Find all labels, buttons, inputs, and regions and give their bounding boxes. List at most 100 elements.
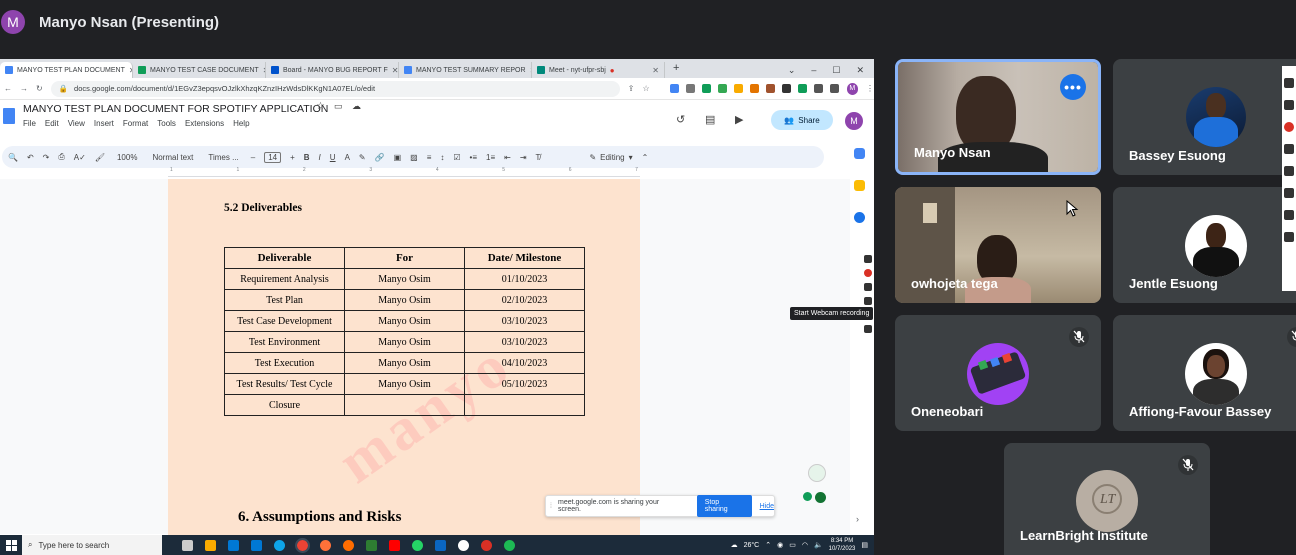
document-canvas[interactable]: manyo 5.2 Deliverables Deliverable For D… [0, 179, 850, 555]
table-cell[interactable]: Test Environment [224, 331, 345, 353]
paint-format-icon[interactable]: 🖌 [95, 153, 105, 162]
close-tab-icon[interactable]: ✕ [392, 66, 398, 75]
keep-icon[interactable] [854, 180, 865, 191]
checklist-icon[interactable]: ☑ [453, 153, 460, 162]
table-cell[interactable]: Manyo Osim [344, 268, 465, 290]
menu-extensions[interactable]: Extensions [185, 119, 224, 128]
reload-icon[interactable]: ↻ [36, 84, 43, 93]
drag-handle-icon[interactable]: ⁞ [550, 503, 552, 510]
share-button[interactable]: 👥 Share [771, 110, 833, 130]
menu-insert[interactable]: Insert [94, 119, 114, 128]
browser-tab[interactable]: MANYO TEST SUMMARY REPOR ✕ [399, 62, 532, 78]
bookmark-star-icon[interactable]: ☆ [642, 84, 649, 93]
star-icon[interactable]: ☆ [316, 101, 325, 112]
link-icon[interactable] [1284, 78, 1294, 88]
increase-font-icon[interactable]: + [290, 153, 295, 162]
clear-formatting-icon[interactable]: T̸ [536, 153, 541, 162]
settings-icon[interactable] [864, 325, 872, 333]
whatsapp-icon[interactable] [412, 539, 423, 551]
table-cell[interactable]: Requirement Analysis [224, 268, 345, 290]
video-call-icon[interactable]: ▶ [735, 113, 743, 126]
notifications-icon[interactable]: ▤ [861, 541, 868, 549]
wifi-icon[interactable]: ◠ [802, 541, 808, 549]
chrome-icon[interactable] [295, 537, 310, 553]
share-page-icon[interactable]: ⇪ [628, 84, 635, 93]
table-cell[interactable]: 02/10/2023 [464, 289, 585, 311]
task-view-icon[interactable] [182, 539, 193, 551]
windows-start-icon[interactable] [0, 539, 22, 551]
table-cell[interactable]: 05/10/2023 [464, 373, 585, 395]
sidebar-icon[interactable] [829, 84, 839, 93]
underline-icon[interactable]: U [330, 153, 336, 162]
table-cell[interactable]: Test Case Development [224, 310, 345, 332]
menu-view[interactable]: View [68, 119, 85, 128]
table-cell[interactable] [464, 394, 585, 416]
table-cell[interactable]: Manyo Osim [344, 373, 465, 395]
profile-avatar[interactable]: M [846, 82, 858, 95]
assistant-icon[interactable] [808, 464, 826, 482]
participant-tile[interactable]: ••• Manyo Nsan [895, 59, 1101, 175]
table-cell[interactable]: Test Execution [224, 352, 345, 374]
participant-tile[interactable]: LT LearnBright Institute [1004, 443, 1210, 555]
undo-icon[interactable]: ↶ [27, 153, 34, 162]
decrease-indent-icon[interactable]: ⇤ [504, 153, 511, 162]
docs-logo-icon[interactable] [3, 108, 15, 124]
menu-help[interactable]: Help [233, 119, 249, 128]
firefox-icon[interactable] [320, 539, 331, 551]
print-icon[interactable]: ⎙ [58, 152, 64, 162]
link-icon[interactable]: 🔗 [375, 153, 385, 162]
calendar-icon[interactable] [854, 148, 865, 159]
app-icon[interactable] [366, 539, 377, 551]
screen-icon[interactable] [1284, 210, 1294, 220]
chevron-up-icon[interactable]: ⌃ [642, 153, 649, 162]
extension-icon[interactable] [765, 84, 775, 93]
battery-icon[interactable]: ▭ [789, 541, 796, 549]
camera-icon[interactable] [1284, 100, 1294, 110]
puzzle-icon[interactable] [813, 84, 823, 93]
table-cell[interactable]: Test Plan [224, 289, 345, 311]
participant-tile[interactable]: Jentle Esuong [1113, 187, 1296, 303]
extension-icon[interactable] [749, 84, 759, 93]
increase-indent-icon[interactable]: ⇥ [520, 153, 527, 162]
webcam-icon[interactable] [864, 297, 872, 305]
chevron-up-icon[interactable]: ⌃ [765, 541, 771, 549]
clock[interactable]: 8:34 PM 10/7/2023 [829, 537, 856, 553]
redo-icon[interactable]: ↷ [43, 153, 50, 162]
browser-tab[interactable]: MANYO TEST CASE DOCUMENT ✕ [133, 62, 266, 78]
extension-icon[interactable] [701, 84, 711, 93]
extension-icon[interactable] [669, 84, 679, 93]
linkedin-icon[interactable] [435, 539, 446, 551]
app-icon[interactable] [343, 539, 354, 551]
minimize-icon[interactable]: – [811, 65, 816, 75]
settings-icon[interactable] [1284, 232, 1294, 242]
new-tab-button[interactable]: + [665, 62, 687, 78]
bulb-icon[interactable] [803, 492, 812, 501]
extension-icon[interactable] [781, 84, 791, 93]
camera-icon[interactable] [864, 255, 872, 263]
store-icon[interactable] [228, 539, 239, 551]
microphone-icon[interactable] [864, 283, 872, 291]
extension-icon[interactable] [717, 84, 727, 93]
recorder-icon[interactable] [481, 539, 492, 551]
spellcheck-icon[interactable]: A✓ [74, 153, 86, 162]
speaker-icon[interactable] [1284, 166, 1294, 176]
comment-icon[interactable]: ▤ [705, 113, 715, 126]
participant-tile[interactable]: Bassey Esuong [1113, 59, 1296, 175]
menu-file[interactable]: File [23, 119, 36, 128]
text-color-icon[interactable]: A [345, 153, 350, 162]
deliverables-table[interactable]: Deliverable For Date/ Milestone Requirem… [224, 247, 585, 416]
menu-format[interactable]: Format [123, 119, 148, 128]
image-icon[interactable]: ▨ [410, 153, 418, 162]
bulleted-list-icon[interactable]: •≡ [470, 153, 477, 162]
extension-icon[interactable] [733, 84, 743, 93]
font-select[interactable]: Times ... [205, 153, 241, 162]
italic-icon[interactable]: I [319, 153, 321, 162]
url-input[interactable]: 🔒 docs.google.com/document/d/1EGvZ3epqsv… [50, 80, 620, 97]
align-icon[interactable]: ≡ [427, 153, 432, 162]
font-size-input[interactable]: 14 [264, 151, 282, 163]
table-cell[interactable]: Manyo Osim [344, 310, 465, 332]
history-icon[interactable]: ↺ [676, 113, 685, 126]
browser-tab[interactable]: MANYO TEST PLAN DOCUMENT ✕ [0, 62, 133, 78]
participant-tile[interactable]: Oneneobari [895, 315, 1101, 431]
zoom-select[interactable]: 100% [114, 153, 140, 162]
